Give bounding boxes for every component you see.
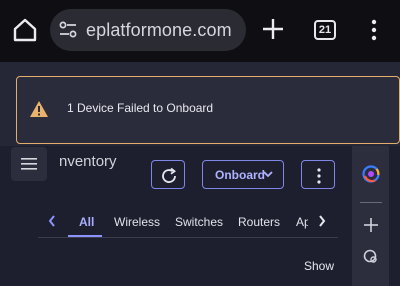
browser-toolbar: eplatformone.com 21 (0, 0, 400, 62)
warning-icon (30, 101, 48, 117)
refresh-button[interactable] (151, 160, 185, 189)
toast-message: 1 Device Failed to Onboard (67, 101, 214, 115)
tab-all[interactable]: All (79, 215, 94, 229)
tab-routers[interactable]: Routers (238, 215, 280, 229)
chevron-down-icon (263, 171, 273, 178)
tab-switches[interactable]: Switches (175, 215, 223, 229)
onboard-label: Onboard (215, 168, 265, 182)
tab-count: 21 (318, 24, 332, 36)
tab-wireless[interactable]: Wireless (114, 215, 160, 229)
warning-toast[interactable]: 1 Device Failed to Onboard (16, 76, 400, 144)
search-icon[interactable] (362, 248, 380, 266)
address-bar[interactable]: eplatformone.com (50, 9, 246, 51)
show-label-clipped: Show S (304, 259, 336, 275)
tab-switcher-button[interactable]: 21 (314, 20, 336, 40)
tune-icon[interactable] (58, 20, 78, 40)
chevron-left-icon[interactable] (47, 214, 57, 228)
more-actions-button[interactable] (301, 160, 335, 189)
kebab-icon[interactable] (364, 18, 384, 42)
url-text[interactable]: eplatformone.com (86, 20, 244, 41)
screen: eplatformone.com 21 1 Device Failed to O… (0, 0, 400, 286)
tab-overflow-clip: Ap (292, 215, 308, 231)
side-divider (360, 202, 382, 203)
refresh-icon (162, 167, 176, 183)
hamburger-menu-button[interactable] (11, 147, 47, 181)
more-vertical-icon (317, 168, 321, 184)
page-title: nventory (59, 153, 117, 170)
tabs-divider (38, 237, 338, 238)
side-panel (352, 146, 389, 286)
hamburger-icon (21, 158, 37, 170)
onboard-dropdown-button[interactable]: Onboard (202, 160, 284, 189)
chevron-right-icon[interactable] (317, 214, 327, 228)
tab-ap[interactable]: Ap (296, 215, 308, 229)
new-tab-icon[interactable] (260, 16, 286, 42)
show-label: Show S (304, 259, 336, 273)
home-icon[interactable] (11, 16, 39, 44)
plus-icon[interactable] (362, 216, 380, 234)
orb-icon[interactable] (361, 164, 381, 184)
